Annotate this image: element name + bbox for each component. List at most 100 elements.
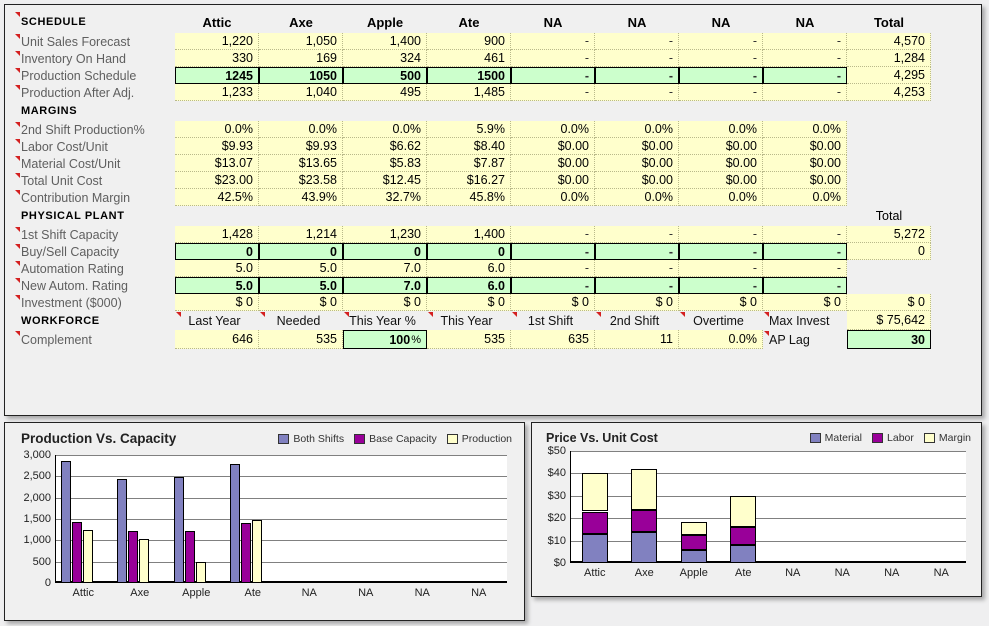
cell-total: 4,295 [847,67,931,84]
y-axis-tick: 3,000 [23,449,51,461]
cell-production-schedule-4[interactable]: - [511,67,595,84]
cell-production-after-adj-7: - [763,84,847,101]
cell-buy-sell-capacity-5[interactable]: - [595,243,679,260]
table-row: Unit Sales Forecast 1,220 1,050 1,400 900- - -… [5,33,981,50]
x-axis-tick: NA [301,587,317,599]
cell-labor-cost-unit-4: $0.00 [511,138,595,155]
cell-1st-shift-capacity-5: - [595,226,679,243]
cell-new-autom-rating-7[interactable]: - [763,277,847,294]
ap-lag-value[interactable]: 30 [847,330,931,349]
cell-production-schedule-7[interactable]: - [763,67,847,84]
cell-total: 1,284 [847,50,931,67]
cell-material-cost-unit-3: $7.87 [427,155,511,172]
legend-label: Labor [887,432,914,444]
cell-labor-cost-unit-2: $6.62 [343,138,427,155]
x-axis-tick: Apple [182,587,211,599]
cell-buy-sell-capacity-6[interactable]: - [679,243,763,260]
cell-total-unit-cost-1: $23.58 [259,172,343,189]
y-axis-tick: 2,000 [23,491,51,504]
gridline [570,518,966,519]
cell-new-autom-rating-1[interactable]: 5.0 [259,277,343,294]
section-header-margins: MARGINS [21,105,78,117]
complement-this-year-percent[interactable]: 100% [343,330,427,349]
cell-buy-sell-capacity-1[interactable]: 0 [259,243,343,260]
cell-new-autom-rating-6[interactable]: - [679,277,763,294]
workforce-header-this-year: This Year % [343,311,427,330]
cell-labor-cost-unit-1: $9.93 [259,138,343,155]
table-row: Automation Rating 5.0 5.0 7.0 6.0- - - - [5,260,981,277]
cell-1st-shift-capacity-6: - [679,226,763,243]
cell-material-cost-unit-5: $0.00 [595,155,679,172]
cell-automation-rating-4: - [511,260,595,277]
bar-segment [681,549,707,563]
cell-unit-sales-forecast-7: - [763,33,847,50]
cell-total-unit-cost-7: $0.00 [763,172,847,189]
table-row: Contribution Margin 42.5% 43.9% 32.7% 45.8% 0… [5,189,981,206]
table-row: PHYSICAL PLANT Total [5,206,981,226]
workforce-header-last-year: Last Year [175,311,259,330]
cell-production-schedule-2[interactable]: 500 [343,67,427,84]
cell-production-schedule-1[interactable]: 1050 [259,67,343,84]
gridline [570,473,966,474]
table-row: Total Unit Cost $23.00 $23.58 $12.45 $16.27 $… [5,172,981,189]
cell-inventory-on-hand-6: - [679,50,763,67]
y-axis-tick: 1,000 [23,534,51,547]
y-axis-tick: $40 [547,467,566,480]
table-row: MARGINS [5,101,981,121]
plot-area-production-capacity: 0 500 1,000 1,500 2,000 2,500 3,000 Attic Axe App… [23,449,507,599]
cell-production-after-adj-6: - [679,84,763,101]
cell-production-schedule-5[interactable]: - [595,67,679,84]
cell-buy-sell-capacity-7[interactable]: - [763,243,847,260]
cell-total-unit-cost-4: $0.00 [511,172,595,189]
cell-buy-sell-capacity-0[interactable]: 0 [175,243,259,260]
cell-new-autom-rating-5[interactable]: - [595,277,679,294]
legend-swatch-icon [446,434,458,444]
cell-new-autom-rating-3[interactable]: 6.0 [427,277,511,294]
cell-new-autom-rating-0[interactable]: 5.0 [175,277,259,294]
legend-label: Base Capacity [369,433,437,445]
cell-total-unit-cost-6: $0.00 [679,172,763,189]
table-row: WORKFORCE Last Year Needed This Year % This … [5,311,981,330]
gridline [55,476,507,477]
bar [117,479,127,583]
cell-inventory-on-hand-1: 169 [259,50,343,67]
comment-marker-icon [15,278,20,283]
table-row: Investment ($000) $ 0 $ 0 $ 0 $ 0 $ 0 $ 0 $ 0 $ … [5,294,981,311]
cell-buy-sell-capacity-2[interactable]: 0 [343,243,427,260]
cell-new-autom-rating-4[interactable]: - [511,277,595,294]
x-axis [570,561,966,563]
cell-material-cost-unit-1: $13.65 [259,155,343,172]
legend-label: Production [461,433,512,445]
cell-production-schedule-6[interactable]: - [679,67,763,84]
workforce-header-this-year: This Year [427,311,511,330]
y-axis [55,455,56,583]
cell-production-schedule-3[interactable]: 1500 [427,67,511,84]
cell-labor-cost-unit-3: $8.40 [427,138,511,155]
row-label: Contribution Margin [13,189,173,206]
cell-production-after-adj-3: 1,485 [427,84,511,101]
cell-2nd-shift-production-1: 0.0% [259,121,343,138]
cell-1st-shift-capacity-1: 1,214 [259,226,343,243]
row-label: Production Schedule [13,67,173,84]
cell-automation-rating-7: - [763,260,847,277]
cell-unit-sales-forecast-1: 1,050 [259,33,343,50]
cell-unit-sales-forecast-5: - [595,33,679,50]
cell-buy-sell-capacity-4[interactable]: - [511,243,595,260]
cell-production-schedule-0[interactable]: 1245 [175,67,259,84]
x-axis-tick: NA [471,587,487,599]
row-label: Total Unit Cost [13,172,173,189]
cell-new-autom-rating-2[interactable]: 7.0 [343,277,427,294]
y-axis-tick: $50 [547,445,566,457]
cell-1st-shift-capacity-3: 1,400 [427,226,511,243]
chart-legend-price-unit-cost: Material Labor Margin [809,432,971,444]
legend-item-production: Production [446,433,512,445]
bar-segment [582,533,608,563]
complement-needed: 535 [259,330,343,349]
cell-2nd-shift-production-2: 0.0% [343,121,427,138]
table-row: Production Schedule 1245 1050 500 1500- - - -4,… [5,67,981,84]
table-row: 1st Shift Capacity 1,428 1,214 1,230 1,400- -… [5,226,981,243]
cell-total-unit-cost-5: $0.00 [595,172,679,189]
table-row: Material Cost/Unit $13.07 $13.65 $5.83 $7.87… [5,155,981,172]
cell-buy-sell-capacity-3[interactable]: 0 [427,243,511,260]
legend-label: Margin [938,432,971,444]
